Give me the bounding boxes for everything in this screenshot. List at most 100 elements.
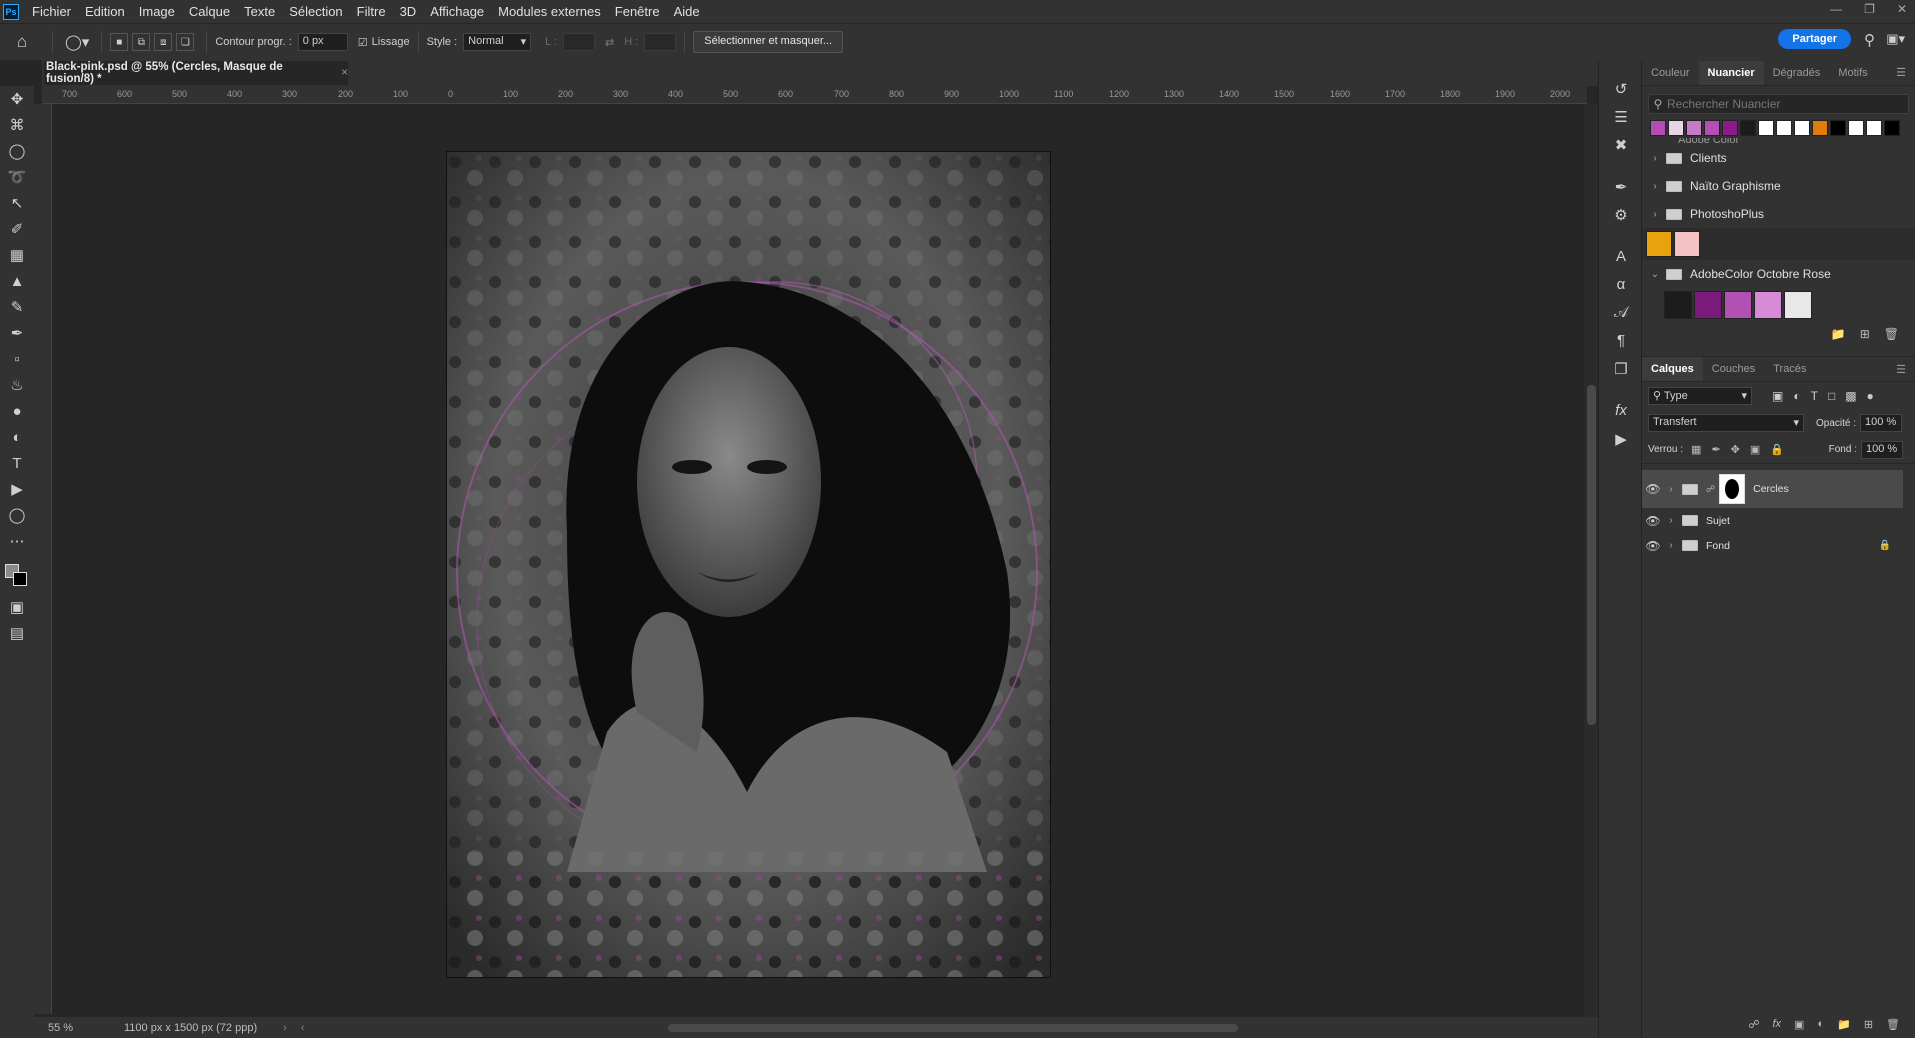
type-tool-icon[interactable]: T bbox=[3, 450, 31, 476]
menu-texte[interactable]: Texte bbox=[237, 4, 282, 19]
delete-icon[interactable]: 🗑 bbox=[1886, 1018, 1900, 1036]
screen-mode-icon[interactable]: ▤ bbox=[3, 620, 31, 646]
recent-swatch[interactable] bbox=[1722, 120, 1738, 136]
close-icon[interactable]: ✕ bbox=[1897, 2, 1907, 16]
recent-swatch[interactable] bbox=[1848, 120, 1864, 136]
lasso-tool-icon[interactable]: ➰ bbox=[3, 164, 31, 190]
chevron-right-icon[interactable]: › bbox=[1664, 484, 1678, 495]
new-group-icon[interactable]: 📁 bbox=[1831, 327, 1846, 341]
panel-menu-icon[interactable]: ☰ bbox=[1887, 363, 1915, 376]
blend-mode-select[interactable]: Transfert ▾ bbox=[1648, 414, 1804, 432]
visibility-eye-icon[interactable]: 👁 bbox=[1642, 539, 1664, 553]
dodge-tool-icon[interactable]: ◐ bbox=[3, 424, 31, 450]
add-selection-icon[interactable]: ⧉ bbox=[132, 33, 151, 51]
menu-modules-externes[interactable]: Modules externes bbox=[491, 4, 608, 19]
visibility-eye-icon[interactable]: 👁 bbox=[1642, 482, 1664, 496]
chevron-right-icon[interactable]: › bbox=[1664, 540, 1678, 551]
minimize-icon[interactable]: — bbox=[1830, 2, 1842, 16]
tab-nuancier[interactable]: Nuancier bbox=[1698, 60, 1764, 85]
layer-mask-thumbnail[interactable] bbox=[1719, 474, 1746, 504]
blur-tool-icon[interactable]: ● bbox=[3, 398, 31, 424]
smoothing-checkbox[interactable]: ☑ bbox=[358, 36, 368, 49]
color-swatch[interactable] bbox=[1674, 231, 1700, 257]
character-styles-icon[interactable]: α bbox=[1611, 276, 1631, 296]
chevron-right-icon[interactable]: › bbox=[1664, 515, 1678, 526]
tab-traces[interactable]: Tracés bbox=[1764, 363, 1815, 375]
new-layer-icon[interactable]: ⊞ bbox=[1864, 1018, 1873, 1036]
stamp-tool-icon[interactable]: ▲ bbox=[3, 268, 31, 294]
visibility-eye-icon[interactable]: 👁 bbox=[1642, 514, 1664, 528]
tab-couleur[interactable]: Couleur bbox=[1642, 67, 1699, 79]
lock-position-icon[interactable]: ✥ bbox=[1731, 443, 1740, 456]
home-icon[interactable]: ⌂ bbox=[0, 32, 44, 52]
menu-selection[interactable]: Sélection bbox=[282, 4, 349, 19]
layer-row-sujet[interactable]: 👁 › Sujet bbox=[1642, 508, 1915, 533]
menu-3d[interactable]: 3D bbox=[393, 4, 424, 19]
adjustment-filter-icon[interactable]: ◐ bbox=[1793, 389, 1800, 403]
recent-swatch[interactable] bbox=[1704, 120, 1720, 136]
subtract-selection-icon[interactable]: ⧈ bbox=[154, 33, 173, 51]
ellipse-shape-icon[interactable]: ◯ bbox=[3, 502, 31, 528]
properties-icon[interactable]: ⚙ bbox=[1611, 206, 1631, 226]
layer-filter-select[interactable]: ⚲ Type ▾ bbox=[1648, 387, 1752, 405]
zoom-level[interactable]: 55 % bbox=[48, 1022, 108, 1034]
paragraph-styles-icon[interactable]: ❐ bbox=[1611, 360, 1631, 380]
recent-swatch[interactable] bbox=[1884, 120, 1900, 136]
color-swatch[interactable] bbox=[1664, 291, 1692, 319]
recent-swatch[interactable] bbox=[1794, 120, 1810, 136]
move-tool-icon[interactable]: ✥ bbox=[3, 86, 31, 112]
add-mask-icon[interactable]: ▣ bbox=[1794, 1018, 1804, 1036]
eraser-icon[interactable]: ▫ bbox=[3, 346, 31, 372]
layer-row-fond[interactable]: 👁 › Fond 🔒 bbox=[1642, 533, 1915, 558]
workspace-icon[interactable]: ▣▾ bbox=[1886, 31, 1905, 47]
tools-icon[interactable]: ✖ bbox=[1611, 136, 1631, 156]
path-selection-icon[interactable]: ▶ bbox=[3, 476, 31, 502]
panel-menu-icon[interactable]: ☰ bbox=[1887, 66, 1915, 79]
swatch-group-photoshoplus[interactable]: › PhotoshoPlus bbox=[1642, 200, 1915, 228]
background-color-swatch[interactable] bbox=[13, 572, 27, 586]
tab-couches[interactable]: Couches bbox=[1703, 363, 1764, 375]
object-selection-icon[interactable]: ↖ bbox=[3, 190, 31, 216]
layer-row-cercles[interactable]: 👁 › ☍ Cercles bbox=[1642, 470, 1903, 508]
link-layers-icon[interactable]: ☍ bbox=[1748, 1018, 1759, 1036]
delete-icon[interactable]: 🗑 bbox=[1884, 327, 1899, 341]
elliptical-marquee-icon[interactable]: ◯ bbox=[3, 138, 31, 164]
recent-swatch[interactable] bbox=[1866, 120, 1882, 136]
brush-tool-icon[interactable]: ✒ bbox=[3, 320, 31, 346]
swatch-group-octobre-rose[interactable]: ⌄ AdobeColor Octobre Rose bbox=[1642, 260, 1915, 288]
recent-swatch[interactable] bbox=[1740, 120, 1756, 136]
color-swatch[interactable] bbox=[1754, 291, 1782, 319]
adjustments-icon[interactable]: ☰ bbox=[1611, 108, 1631, 128]
select-and-mask-button[interactable]: Sélectionner et masquer... bbox=[693, 31, 844, 53]
fill-input[interactable]: 100 % bbox=[1861, 440, 1903, 459]
character-icon[interactable]: A bbox=[1611, 248, 1631, 268]
link-icon[interactable]: ☍ bbox=[1706, 484, 1715, 495]
menu-affichage[interactable]: Affichage bbox=[423, 4, 491, 19]
scroll-left-icon[interactable]: ‹ bbox=[301, 1022, 305, 1034]
menu-aide[interactable]: Aide bbox=[667, 4, 707, 19]
lock-all-icon[interactable]: 🔒 bbox=[1770, 443, 1784, 456]
swap-dimensions-icon[interactable]: ⇄ bbox=[605, 36, 614, 49]
vertical-scroll-thumb[interactable] bbox=[1587, 385, 1596, 725]
actions-play-icon[interactable]: ▶ bbox=[1611, 430, 1631, 450]
search-icon[interactable]: ⚲ bbox=[1864, 31, 1875, 49]
new-swatch-icon[interactable]: ⊞ bbox=[1860, 327, 1870, 341]
menu-fichier[interactable]: Fichier bbox=[25, 4, 78, 19]
height-input[interactable] bbox=[644, 33, 677, 51]
new-group-icon[interactable]: 📁 bbox=[1837, 1018, 1851, 1036]
recent-swatch[interactable] bbox=[1668, 120, 1684, 136]
eyedropper-icon[interactable]: ✎ bbox=[3, 294, 31, 320]
recent-swatch[interactable] bbox=[1812, 120, 1828, 136]
lock-transparency-icon[interactable]: ▦ bbox=[1691, 443, 1701, 456]
recent-swatch[interactable] bbox=[1776, 120, 1792, 136]
smart-object-filter-icon[interactable]: ▩ bbox=[1845, 389, 1856, 403]
crop-tool-icon[interactable]: ⌘ bbox=[3, 112, 31, 138]
intersect-selection-icon[interactable]: ❏ bbox=[176, 33, 195, 51]
shape-filter-icon[interactable]: □ bbox=[1828, 389, 1835, 403]
tab-degrades[interactable]: Dégradés bbox=[1764, 67, 1830, 79]
restore-icon[interactable]: ❐ bbox=[1864, 2, 1875, 16]
paint-bucket-icon[interactable]: ♨ bbox=[3, 372, 31, 398]
recent-swatch[interactable] bbox=[1758, 120, 1774, 136]
close-tab-icon[interactable]: × bbox=[341, 67, 348, 79]
type-filter-icon[interactable]: T bbox=[1811, 389, 1818, 403]
